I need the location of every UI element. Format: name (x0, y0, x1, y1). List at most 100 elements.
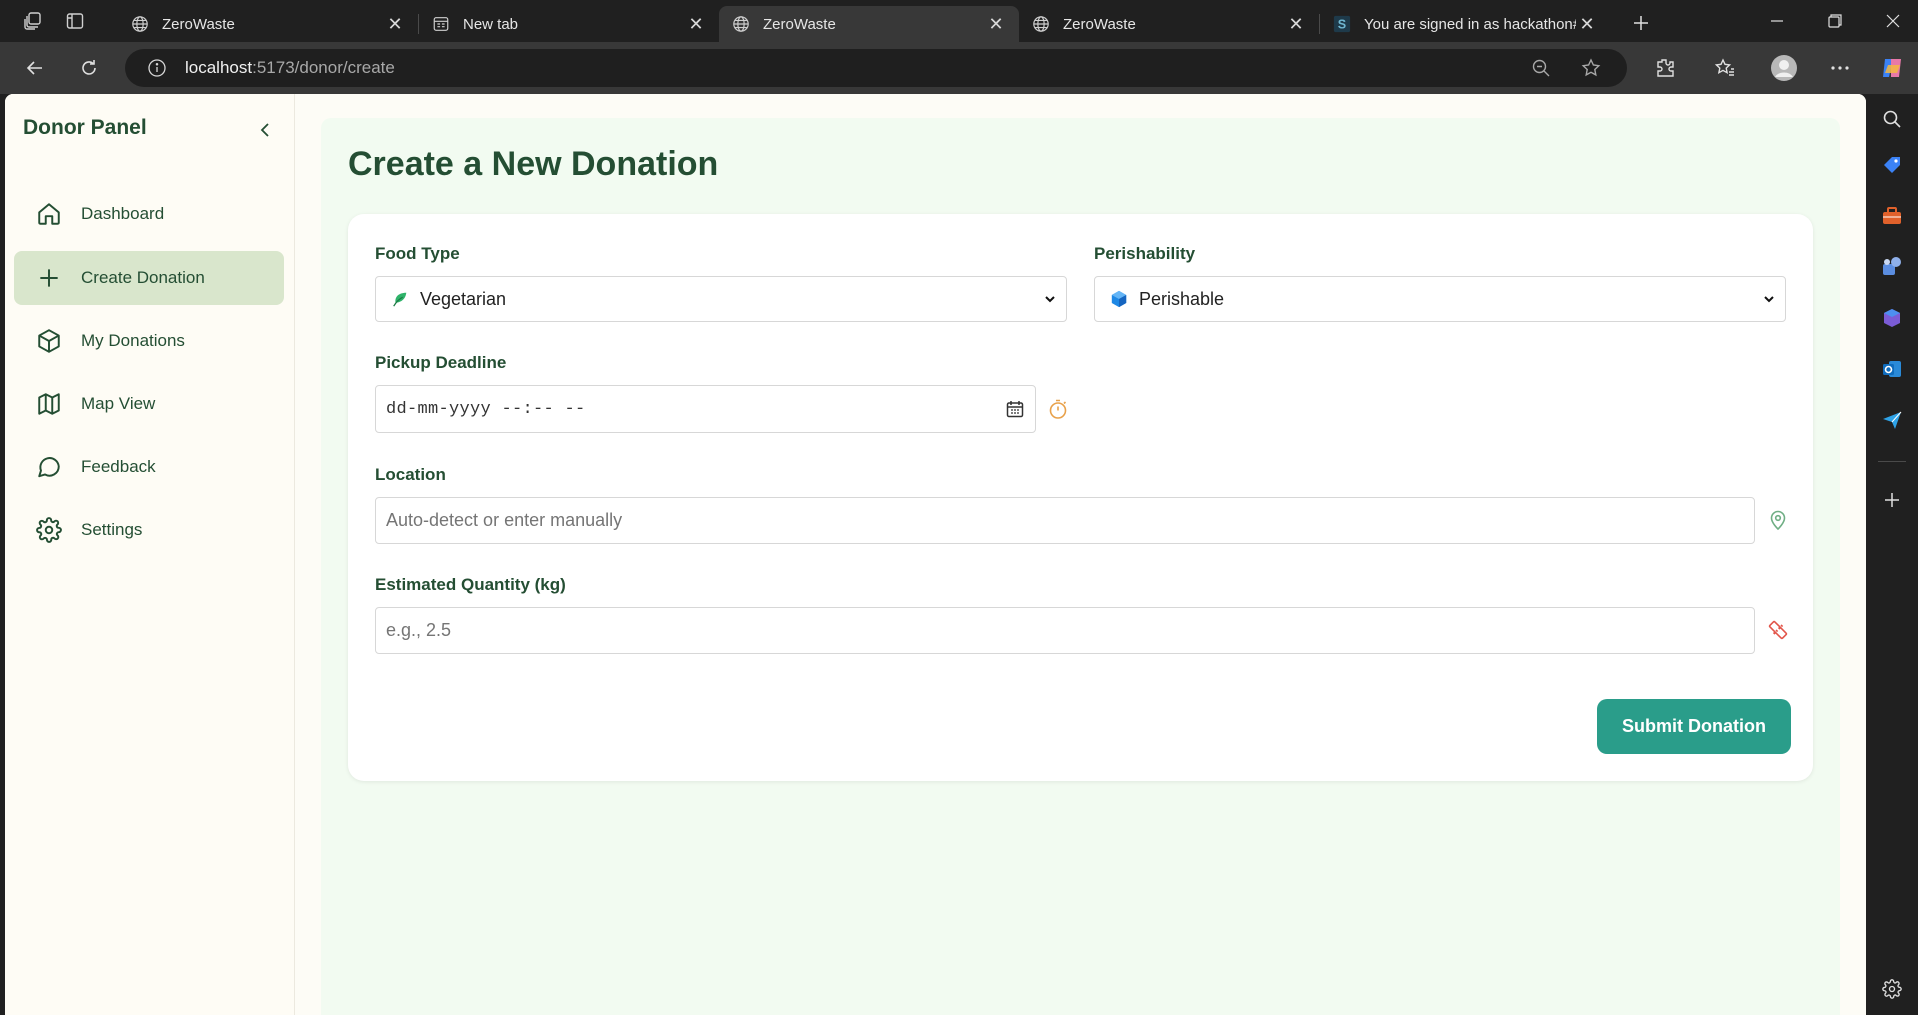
perishability-label: Perishability (1094, 244, 1196, 263)
extensions-icon[interactable] (1647, 50, 1683, 86)
back-button[interactable] (17, 50, 53, 86)
browser-tab-active[interactable]: ZeroWaste ✕ (719, 6, 1019, 42)
collapse-sidebar-button[interactable] (252, 116, 280, 144)
close-tab-icon[interactable]: ✕ (384, 13, 406, 35)
svg-text:S: S (1338, 18, 1346, 32)
sidebar-item-label: Map View (81, 394, 156, 413)
newtab-icon (431, 14, 451, 34)
browser-toolbar: localhost:5173/donor/create (0, 42, 1918, 94)
quantity-input[interactable] (375, 607, 1755, 654)
sidebar-item-label: Settings (81, 520, 143, 539)
refresh-button[interactable] (71, 50, 107, 86)
content-panel: Create a New Donation Food Type Vegetari… (321, 118, 1840, 1015)
office-icon[interactable] (1877, 303, 1907, 333)
timer-icon (1046, 397, 1070, 421)
location-input[interactable] (375, 497, 1755, 544)
close-tab-icon[interactable]: ✕ (1285, 13, 1307, 35)
page-title: Create a New Donation (348, 145, 719, 183)
globe-icon (130, 14, 150, 34)
minimize-button[interactable] (1748, 0, 1806, 42)
chat-icon (36, 454, 62, 480)
sidebar-item-map-view[interactable]: Map View (14, 377, 284, 431)
tab-title: ZeroWaste (763, 15, 836, 33)
sidebar-item-settings[interactable]: Settings (14, 503, 284, 557)
sidebar-divider (1878, 461, 1906, 462)
food-type-label: Food Type (375, 244, 460, 263)
page-viewport: Donor Panel Dashboard Create Donation My… (5, 94, 1866, 1015)
sidebar-item-label: Feedback (81, 457, 156, 476)
tab-title: New tab (463, 15, 519, 33)
browser-tab[interactable]: New tab ✕ (419, 6, 719, 42)
browser-tab[interactable]: ZeroWaste ✕ (1019, 6, 1319, 42)
url-text[interactable]: localhost:5173/donor/create (185, 58, 395, 78)
food-type-select[interactable]: Vegetarian (375, 276, 1067, 322)
sidebar-item-create-donation[interactable]: Create Donation (14, 251, 284, 305)
profile-avatar-icon[interactable] (1766, 50, 1802, 86)
close-window-button[interactable] (1864, 0, 1918, 42)
perishability-value: Perishable (1139, 288, 1225, 309)
sidebar-item-label: My Donations (81, 331, 185, 350)
new-tab-button[interactable] (1624, 6, 1658, 40)
tab-title: ZeroWaste (1063, 15, 1136, 33)
browser-tab-strip: ZeroWaste ✕ New tab ✕ ZeroWaste ✕ ZeroWa… (0, 0, 1918, 42)
sidebar-item-my-donations[interactable]: My Donations (14, 314, 284, 368)
settings-gear-icon[interactable] (1877, 974, 1907, 1004)
cube-icon (1109, 289, 1129, 309)
perishability-select[interactable]: Perishable (1094, 276, 1786, 322)
restore-button[interactable] (1806, 0, 1864, 42)
food-type-value: Vegetarian (420, 288, 507, 309)
submit-donation-button[interactable]: Submit Donation (1597, 699, 1791, 754)
leaf-icon (390, 289, 410, 309)
gear-icon (36, 517, 62, 543)
address-bar[interactable]: localhost:5173/donor/create (125, 49, 1627, 87)
tab-title: ZeroWaste (162, 15, 235, 33)
location-pin-icon[interactable] (1766, 508, 1790, 532)
browser-sidebar (1866, 94, 1918, 1015)
games-icon[interactable] (1877, 251, 1907, 281)
main-content: Create a New Donation Food Type Vegetari… (295, 94, 1866, 1015)
pickup-deadline-value: dd-mm-yyyy --:-- -- (386, 399, 586, 419)
globe-icon (1031, 14, 1051, 34)
pickup-deadline-label: Pickup Deadline (375, 353, 507, 372)
chevron-down-icon (1764, 296, 1774, 303)
outlook-icon[interactable] (1877, 354, 1907, 384)
calendar-icon[interactable] (1005, 399, 1025, 419)
chevron-down-icon (1045, 296, 1055, 303)
globe-icon (731, 14, 751, 34)
box-icon (36, 328, 62, 354)
zoom-out-icon[interactable] (1523, 50, 1559, 86)
search-icon[interactable] (1877, 104, 1907, 134)
tag-icon[interactable] (1877, 150, 1907, 180)
s-logo-icon: S (1332, 14, 1352, 34)
close-tab-icon[interactable]: ✕ (1576, 13, 1598, 35)
plus-icon (36, 265, 62, 291)
sidebar-item-label: Dashboard (81, 204, 165, 223)
workspaces-icon[interactable] (12, 0, 54, 42)
pickup-deadline-input[interactable]: dd-mm-yyyy --:-- -- (375, 385, 1036, 433)
donation-form: Food Type Vegetarian Perishability Peris… (348, 214, 1813, 781)
sidebar-item-dashboard[interactable]: Dashboard (14, 187, 284, 241)
close-tab-icon[interactable]: ✕ (985, 13, 1007, 35)
browser-tab[interactable]: ZeroWaste ✕ (118, 6, 418, 42)
vertical-tabs-icon[interactable] (54, 0, 96, 42)
home-icon (36, 201, 62, 227)
send-icon[interactable] (1877, 405, 1907, 435)
favorites-icon[interactable] (1707, 50, 1743, 86)
add-icon[interactable] (1877, 485, 1907, 515)
map-icon (36, 391, 62, 417)
sidebar-item-feedback[interactable]: Feedback (14, 440, 284, 494)
copilot-icon[interactable] (1874, 50, 1910, 86)
favorite-star-icon[interactable] (1573, 50, 1609, 86)
location-label: Location (375, 465, 446, 484)
site-info-icon[interactable] (145, 56, 169, 80)
close-tab-icon[interactable]: ✕ (685, 13, 707, 35)
browser-tab[interactable]: S You are signed in as hackathon#2 ✕ (1320, 6, 1610, 42)
toolbox-icon[interactable] (1877, 201, 1907, 231)
sidebar-brand: Donor Panel (23, 116, 147, 139)
quantity-label: Estimated Quantity (kg) (375, 575, 566, 594)
sidebar-item-label: Create Donation (81, 268, 205, 287)
donor-sidebar: Donor Panel Dashboard Create Donation My… (5, 94, 295, 1015)
more-menu-icon[interactable] (1822, 50, 1858, 86)
tab-title: You are signed in as hackathon#2 (1364, 15, 1576, 33)
ruler-icon (1766, 618, 1790, 642)
